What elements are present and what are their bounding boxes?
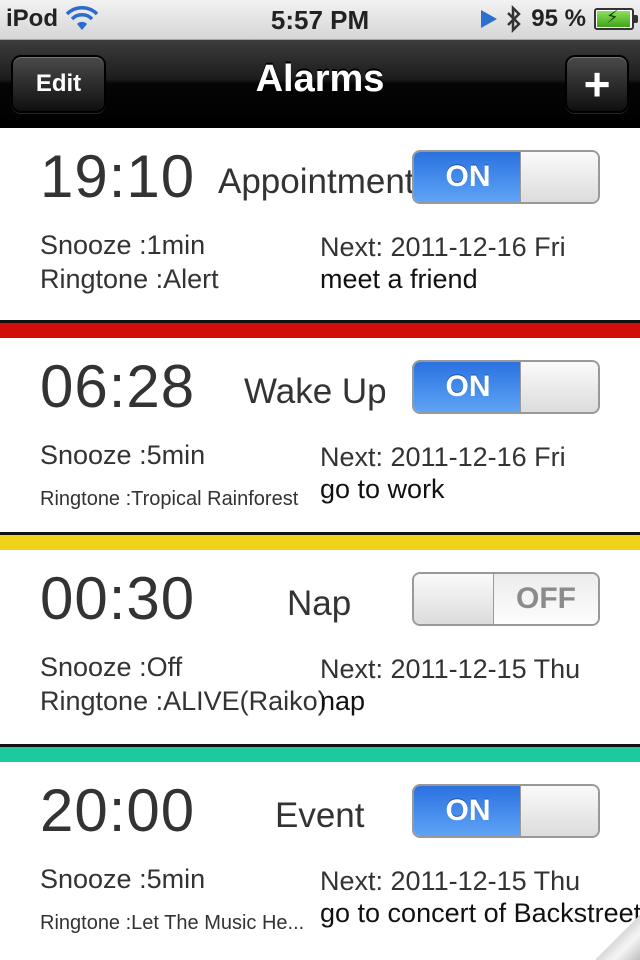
alarm-snooze: Snooze :5min: [40, 864, 206, 894]
alarm-divider: [0, 532, 640, 550]
alarm-toggle[interactable]: ON: [412, 360, 600, 414]
alarm-memo: go to work: [320, 474, 445, 504]
toggle-knob: [520, 362, 598, 412]
page-title: Alarms: [255, 58, 385, 100]
toggle-knob: [520, 152, 598, 202]
alarm-time: 19:10: [40, 143, 196, 210]
alarm-name: Appointment: [218, 162, 415, 201]
toggle-label: OFF: [494, 574, 598, 624]
status-bar: iPod 5:57 PM 95 % ⚡: [0, 0, 640, 40]
alarm-snooze: Snooze :5min: [40, 440, 206, 470]
alarm-ringtone: Ringtone :Tropical Rainforest: [40, 488, 299, 510]
toggle-label: ON: [414, 362, 522, 412]
status-right: 95 % ⚡: [481, 5, 638, 33]
alarm-row[interactable]: 19:10 Appointment ON Snooze :1min Ringto…: [0, 128, 640, 340]
alarm-ringtone: Ringtone :Let The Music He...: [40, 912, 305, 934]
toggle-knob: [520, 786, 598, 836]
alarm-next: Next: 2011-12-16 Fri: [320, 232, 566, 262]
location-icon: [481, 10, 498, 28]
alarm-name: Nap: [287, 584, 352, 623]
alarm-toggle[interactable]: ON: [412, 784, 600, 838]
toggle-label: ON: [414, 152, 522, 202]
alarm-time: 06:28: [40, 353, 196, 420]
alarm-time: 20:00: [40, 777, 196, 844]
alarm-toggle[interactable]: ON: [412, 150, 600, 204]
alarm-next: Next: 2011-12-15 Thu: [320, 866, 581, 896]
alarm-row[interactable]: 06:28 Wake Up ON Snooze :5min Ringtone :…: [0, 338, 640, 550]
alarm-divider: [0, 744, 640, 762]
charging-bolt-icon: ⚡: [606, 7, 619, 27]
alarm-next: Next: 2011-12-16 Fri: [320, 442, 566, 472]
alarm-row[interactable]: 20:00 Event ON Snooze :5min Ringtone :Le…: [0, 762, 640, 960]
bluetooth-icon: [507, 5, 522, 33]
toggle-knob: [414, 574, 494, 624]
battery-icon: ⚡: [594, 7, 638, 30]
alarm-snooze: Snooze :Off: [40, 652, 183, 682]
alarm-toggle[interactable]: OFF: [412, 572, 600, 626]
alarm-snooze: Snooze :1min: [40, 230, 206, 260]
alarm-next: Next: 2011-12-15 Thu: [320, 654, 581, 684]
alarm-divider: [0, 320, 640, 338]
alarm-memo: meet a friend: [320, 264, 478, 294]
nav-bar: Edit Alarms +: [0, 40, 640, 128]
alarm-memo: go to concert of Backstreet: [320, 898, 640, 928]
alarm-row[interactable]: 00:30 Nap OFF Snooze :Off Ringtone :ALIV…: [0, 550, 640, 762]
alarm-time: 00:30: [40, 565, 196, 632]
alarm-ringtone: Ringtone :ALIVE(Raiko): [40, 686, 327, 716]
page-curl-icon[interactable]: [596, 914, 640, 960]
alarm-ringtone: Ringtone :Alert: [40, 264, 219, 294]
alarm-name: Event: [275, 796, 365, 835]
add-alarm-button[interactable]: +: [565, 55, 629, 113]
toggle-label: ON: [414, 786, 522, 836]
battery-percent: 95 %: [531, 5, 586, 32]
alarm-memo: nap: [320, 686, 366, 716]
alarm-name: Wake Up: [244, 372, 387, 411]
